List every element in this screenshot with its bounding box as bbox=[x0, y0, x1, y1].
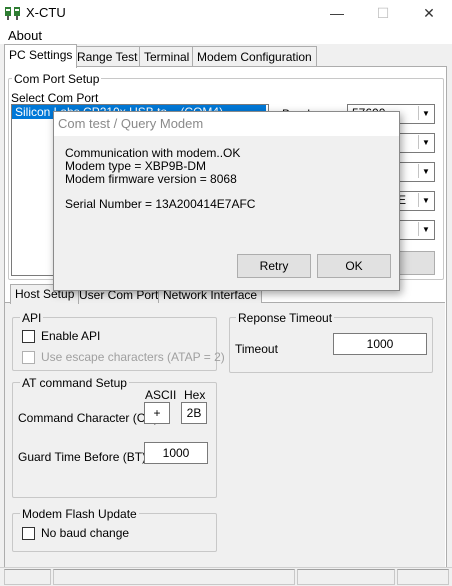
ok-button[interactable]: OK bbox=[317, 254, 391, 278]
tab-terminal[interactable]: Terminal bbox=[139, 46, 195, 67]
menu-about[interactable]: About bbox=[8, 28, 42, 43]
tab-range-test[interactable]: Range Test bbox=[72, 46, 143, 67]
command-character-ascii-input[interactable]: + bbox=[144, 402, 170, 424]
guard-time-input[interactable]: 1000 bbox=[144, 442, 208, 464]
status-cell bbox=[397, 569, 449, 585]
modem-flash-update-label: Modem Flash Update bbox=[20, 507, 139, 521]
api-group-label: API bbox=[20, 311, 44, 325]
com-port-setup-label: Com Port Setup bbox=[12, 72, 102, 86]
maximize-button[interactable]: ☐ bbox=[360, 0, 406, 26]
dialog-line-firmware: Modem firmware version = 8068 bbox=[65, 172, 237, 186]
no-baud-change-label: No baud change bbox=[41, 526, 130, 540]
status-cell bbox=[297, 569, 395, 585]
command-character-label: Command Character (CC) bbox=[18, 411, 159, 425]
tab-modem-configuration[interactable]: Modem Configuration bbox=[192, 46, 317, 67]
dialog-line-modem-type: Modem type = XBP9B-DM bbox=[65, 159, 207, 173]
dialog-line-communication: Communication with modem..OK bbox=[65, 146, 241, 160]
close-button[interactable]: ✕ bbox=[406, 0, 452, 26]
window-title: X-CTU bbox=[26, 5, 66, 20]
dialog-line-serial-number: Serial Number = 13A200414E7AFC bbox=[65, 197, 256, 211]
select-com-port-label: Select Com Port bbox=[11, 91, 99, 105]
timeout-label: Timeout bbox=[235, 342, 278, 356]
menu-bar bbox=[0, 26, 452, 44]
minimize-button[interactable]: — bbox=[314, 0, 360, 26]
xctu-app-icon bbox=[4, 4, 22, 22]
status-cell bbox=[53, 569, 295, 585]
query-modem-dialog: Com test / Query Modem Communication wit… bbox=[53, 111, 400, 291]
timeout-input[interactable]: 1000 bbox=[333, 333, 427, 355]
guard-time-label: Guard Time Before (BT) bbox=[18, 450, 147, 464]
no-baud-change-checkbox[interactable] bbox=[22, 527, 35, 540]
escape-characters-checkbox[interactable] bbox=[22, 351, 35, 364]
escape-characters-label: Use escape characters (ATAP = 2) bbox=[41, 350, 225, 364]
command-character-hex-input[interactable]: 2B bbox=[181, 402, 207, 424]
enable-api-label: Enable API bbox=[41, 329, 101, 343]
retry-button[interactable]: Retry bbox=[237, 254, 311, 278]
chevron-down-icon: ▼ bbox=[418, 106, 433, 120]
tab-pc-settings[interactable]: PC Settings bbox=[4, 44, 78, 68]
hex-header: Hex bbox=[184, 388, 206, 402]
ascii-header: ASCII bbox=[145, 388, 177, 402]
enable-api-checkbox[interactable] bbox=[22, 330, 35, 343]
chevron-down-icon: ▼ bbox=[418, 164, 433, 178]
at-command-setup-label: AT command Setup bbox=[20, 376, 129, 390]
chevron-down-icon: ▼ bbox=[418, 135, 433, 149]
dialog-title: Com test / Query Modem bbox=[54, 112, 399, 136]
response-timeout-label: Reponse Timeout bbox=[236, 311, 335, 325]
chevron-down-icon: ▼ bbox=[418, 222, 433, 236]
chevron-down-icon: ▼ bbox=[418, 193, 433, 207]
status-cell bbox=[4, 569, 51, 585]
